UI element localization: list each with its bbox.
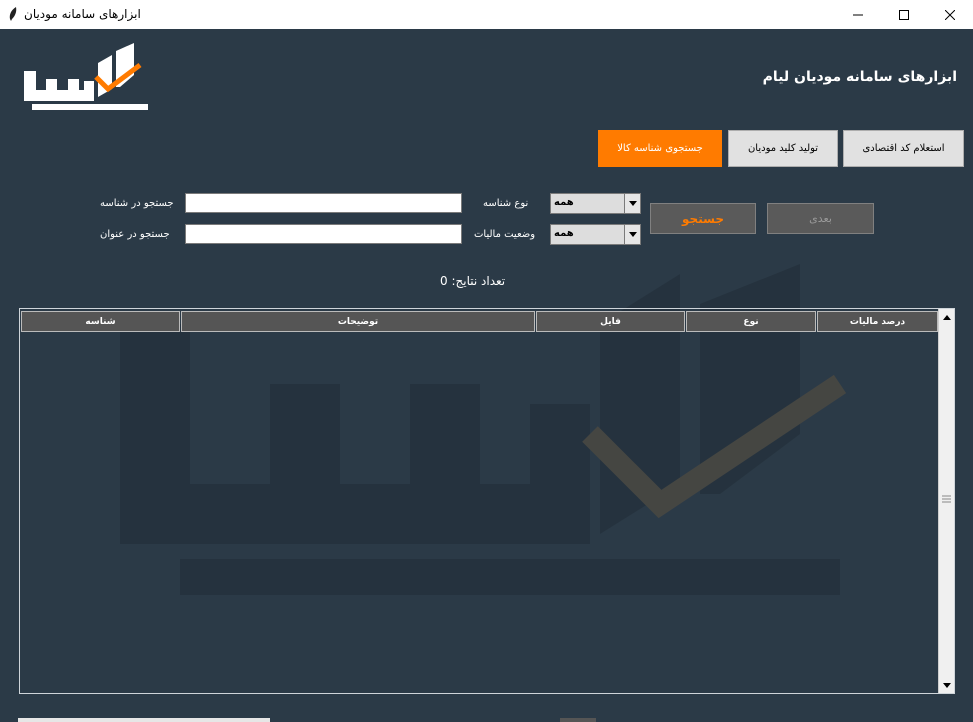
- tax-status-value: همه: [554, 228, 574, 239]
- column-header-type[interactable]: نوع: [686, 311, 816, 332]
- minimize-icon: [853, 14, 863, 15]
- feather-icon: [9, 7, 17, 21]
- table-vertical-scrollbar[interactable]: [938, 309, 954, 693]
- search-button[interactable]: جستجو: [650, 203, 756, 234]
- close-button[interactable]: [927, 0, 973, 29]
- status-bar-indicator: [560, 718, 596, 722]
- column-header-tax-percent[interactable]: درصد مالیات: [817, 311, 938, 332]
- close-icon: [945, 9, 955, 20]
- chevron-down-icon: [624, 194, 640, 213]
- search-title-label: جستجو در عنوان: [100, 229, 170, 240]
- tax-status-select[interactable]: همه: [550, 224, 641, 245]
- next-button[interactable]: بعدی: [767, 203, 874, 234]
- maximize-button[interactable]: [881, 0, 927, 29]
- search-id-input[interactable]: [185, 193, 462, 213]
- window-title: ابزارهای سامانه مودیان: [24, 7, 141, 21]
- window-titlebar: ابزارهای سامانه مودیان: [0, 0, 973, 29]
- id-type-select[interactable]: همه: [550, 193, 641, 214]
- results-table[interactable]: شناسه توضیحات فایل نوع درصد مالیات: [19, 308, 955, 694]
- id-type-label: نوع شناسه: [483, 198, 529, 209]
- main-content: ابزارهای سامانه مودیان لیام جستجوی شناسه…: [0, 29, 973, 722]
- tab-economic-code-inquiry[interactable]: استعلام کد اقتصادی: [843, 130, 964, 167]
- tab-generate-taxpayer-key[interactable]: تولید کلید مودیان: [728, 130, 838, 167]
- scroll-grip-icon: [942, 495, 951, 503]
- liam-logo: [24, 43, 148, 110]
- scroll-up-button[interactable]: [939, 309, 954, 325]
- column-header-file[interactable]: فایل: [536, 311, 685, 332]
- id-type-value: همه: [554, 197, 574, 208]
- column-header-description[interactable]: توضیحات: [181, 311, 535, 332]
- chevron-down-icon: [624, 225, 640, 244]
- maximize-icon: [899, 9, 909, 20]
- tax-status-label: وضعیت مالیات: [474, 229, 536, 240]
- minimize-button[interactable]: [835, 0, 881, 29]
- arrow-down-icon: [942, 682, 951, 688]
- app-title: ابزارهای سامانه مودیان لیام: [762, 69, 957, 85]
- arrow-up-icon: [942, 314, 951, 320]
- search-title-input[interactable]: [185, 224, 462, 244]
- progress-bar: [18, 718, 270, 722]
- tab-product-id-search[interactable]: جستجوی شناسه کالا: [598, 130, 722, 167]
- results-count: تعداد نتایج: 0: [440, 274, 506, 288]
- scroll-down-button[interactable]: [939, 677, 954, 693]
- search-id-label: جستجو در شناسه: [100, 198, 174, 209]
- column-header-id[interactable]: شناسه: [21, 311, 180, 332]
